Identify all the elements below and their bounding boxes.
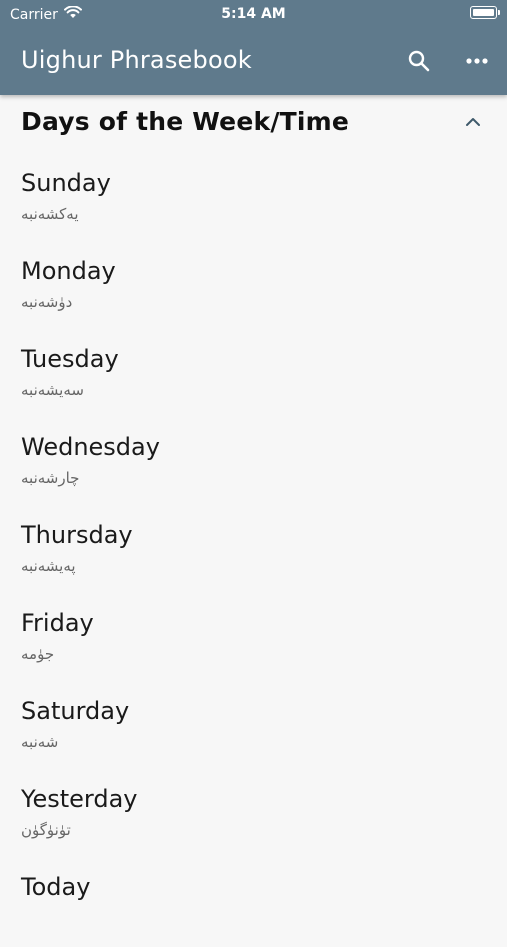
- phrase-uighur: سەيشەنبە: [21, 381, 84, 399]
- phrase-item-friday[interactable]: Friday جۈمە: [0, 595, 507, 683]
- phrase-english: Thursday: [21, 521, 133, 549]
- phrase-english: Sunday: [21, 169, 111, 197]
- more-options-button[interactable]: [462, 46, 492, 76]
- phrase-uighur: دۈشەنبە: [21, 293, 73, 311]
- phrase-uighur: چارشەنبە: [21, 469, 80, 487]
- collapse-button[interactable]: [460, 112, 486, 132]
- phrase-english: Tuesday: [21, 345, 119, 373]
- app-bar: Carrier 5:14 AM Uighur Phrasebook: [0, 0, 507, 95]
- phrase-item-sunday[interactable]: Sunday يەكشەنبە: [0, 155, 507, 243]
- section-title: Days of the Week/Time: [21, 107, 350, 136]
- battery-icon: [470, 6, 500, 19]
- phrase-item-monday[interactable]: Monday دۈشەنبە: [0, 243, 507, 331]
- phrase-uighur: يەكشەنبە: [21, 205, 79, 223]
- more-horizontal-icon: [466, 58, 488, 64]
- phrase-english: Monday: [21, 257, 116, 285]
- phrase-english: Today: [21, 873, 91, 901]
- phrase-item-tuesday[interactable]: Tuesday سەيشەنبە: [0, 331, 507, 419]
- phrase-uighur: شەنبە: [21, 733, 59, 751]
- phrase-uighur: پەيشەنبە: [21, 557, 76, 575]
- phrase-uighur: تۈنۈگۈن: [21, 821, 71, 839]
- phrase-english: Wednesday: [21, 433, 160, 461]
- chevron-up-icon: [466, 118, 480, 126]
- status-bar: Carrier 5:14 AM: [0, 0, 507, 28]
- search-button[interactable]: [404, 46, 434, 76]
- section-header[interactable]: Days of the Week/Time: [0, 95, 507, 155]
- phrase-item-today[interactable]: Today: [0, 859, 507, 947]
- app-title: Uighur Phrasebook: [21, 46, 252, 74]
- phrase-english: Yesterday: [21, 785, 138, 813]
- phrase-item-thursday[interactable]: Thursday پەيشەنبە: [0, 507, 507, 595]
- search-icon: [408, 50, 430, 72]
- phrase-english: Saturday: [21, 697, 130, 725]
- phrase-item-yesterday[interactable]: Yesterday تۈنۈگۈن: [0, 771, 507, 859]
- phrase-uighur: جۈمە: [21, 645, 55, 663]
- phrase-english: Friday: [21, 609, 94, 637]
- status-time: 5:14 AM: [221, 6, 286, 22]
- phrase-item-wednesday[interactable]: Wednesday چارشەنبە: [0, 419, 507, 507]
- phrase-item-saturday[interactable]: Saturday شەنبە: [0, 683, 507, 771]
